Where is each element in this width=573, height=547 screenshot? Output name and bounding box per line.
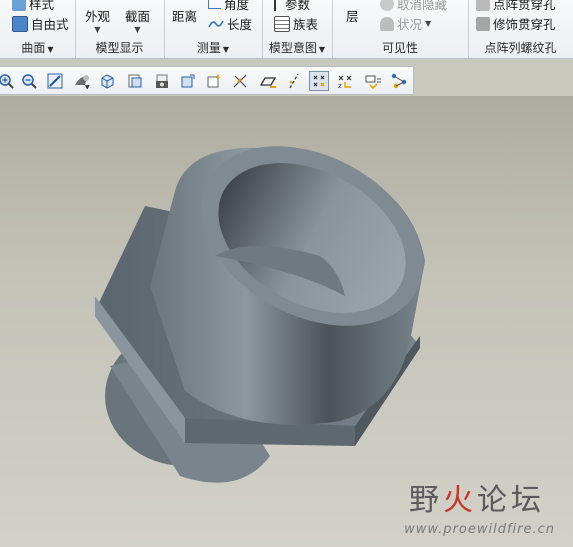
family-table-icon <box>274 15 290 32</box>
angle-button[interactable]: 角度 <box>208 0 249 13</box>
group-measure: 距离 角度 长度 测量 ▼ <box>164 0 263 58</box>
group-model-intent: 参数 族表 模型意图 ▼ <box>262 0 333 58</box>
analysis-display-icon[interactable] <box>389 71 409 91</box>
point-display-icon[interactable] <box>309 71 329 91</box>
status-icon <box>380 16 394 31</box>
coordinate-display-icon[interactable]: z <box>336 71 356 91</box>
length-icon <box>208 20 224 27</box>
group-surface: 样式 自由式 曲面 ▼ <box>0 0 76 58</box>
layers-button[interactable]: 层 <box>346 6 359 25</box>
group-visibility: 层 取消隐藏 状况 ▼ 可见性 <box>332 0 469 58</box>
group-label-measure[interactable]: 测量 ▼ <box>164 39 262 56</box>
zoom-in-icon[interactable] <box>0 71 16 91</box>
style-button[interactable]: 样式 <box>12 0 54 13</box>
saved-orientation-icon[interactable] <box>98 71 118 91</box>
style-icon <box>12 0 26 11</box>
appearance-button[interactable]: 外观 ▼ <box>85 6 110 34</box>
parameters-icon <box>274 0 282 11</box>
plane-display-icon[interactable] <box>258 71 278 91</box>
zoom-out-icon[interactable] <box>19 71 39 91</box>
unhide-icon <box>380 0 394 11</box>
distance-button[interactable]: 距离 <box>172 6 197 25</box>
spin-center-icon[interactable] <box>178 71 198 91</box>
camera-icon[interactable] <box>152 71 172 91</box>
group-label-model-intent[interactable]: 模型意图 ▼ <box>262 39 332 56</box>
point-pattern-icon <box>476 0 490 11</box>
refit-icon[interactable] <box>45 71 65 91</box>
svg-text:z: z <box>338 82 342 89</box>
regenerate-icon[interactable] <box>204 71 224 91</box>
group-model-display: 外观 ▼ 截面 ▼ 模型显示 <box>75 0 165 58</box>
freestyle-button[interactable]: 自由式 <box>12 14 69 33</box>
ribbon: 样式 自由式 曲面 ▼ 外观 ▼ 截面 ▼ 模型显示 距离 角度 长度 测量 ▼… <box>0 0 573 59</box>
unhide-button[interactable]: 取消隐藏 <box>380 0 447 13</box>
view-manager-icon[interactable] <box>125 71 145 91</box>
group-label-surface[interactable]: 曲面 ▼ <box>0 39 75 56</box>
freestyle-icon <box>12 15 28 32</box>
appearance-dropdown-icon: ▼ <box>94 25 101 34</box>
watermark-title: 野火论坛 <box>409 483 545 518</box>
parameters-button[interactable]: 参数 <box>274 0 310 13</box>
status-dropdown-icon: ▼ <box>425 19 432 28</box>
axis-display-icon[interactable] <box>284 71 304 91</box>
group-label-visibility: 可见性 <box>381 41 418 55</box>
graphics-viewport[interactable]: 野火论坛 www.proewildfire.cn <box>0 96 573 547</box>
group-label-point-pattern: 点阵列螺纹孔 <box>484 41 557 55</box>
status-button[interactable]: 状况 ▼ <box>380 14 431 33</box>
group-point-pattern: 点阵贯穿孔 修饰贯穿孔 点阵列螺纹孔 <box>468 0 573 58</box>
cosmetic-through-hole-button[interactable]: 修饰贯穿孔 <box>476 14 556 33</box>
point-pattern-through-hole-button[interactable]: 点阵贯穿孔 <box>476 0 556 13</box>
group-label-model-display: 模型显示 <box>95 41 144 55</box>
datum-display-icon[interactable] <box>231 71 251 91</box>
section-button[interactable]: 截面 ▼ <box>125 6 150 34</box>
display-style-icon[interactable]: ▼ <box>72 71 92 91</box>
angle-icon <box>208 0 221 9</box>
watermark-url: www.proewildfire.cn <box>404 522 555 537</box>
section-dropdown-icon: ▼ <box>134 25 141 34</box>
annotation-display-icon[interactable] <box>363 71 383 91</box>
length-button[interactable]: 长度 <box>208 14 252 33</box>
svg-text:▼: ▼ <box>85 84 90 89</box>
graphics-toolbar: ▼ z <box>0 66 414 95</box>
cosmetic-hole-icon <box>476 16 490 31</box>
family-table-button[interactable]: 族表 <box>274 14 318 33</box>
watermark: 野火论坛 www.proewildfire.cn <box>367 473 567 543</box>
